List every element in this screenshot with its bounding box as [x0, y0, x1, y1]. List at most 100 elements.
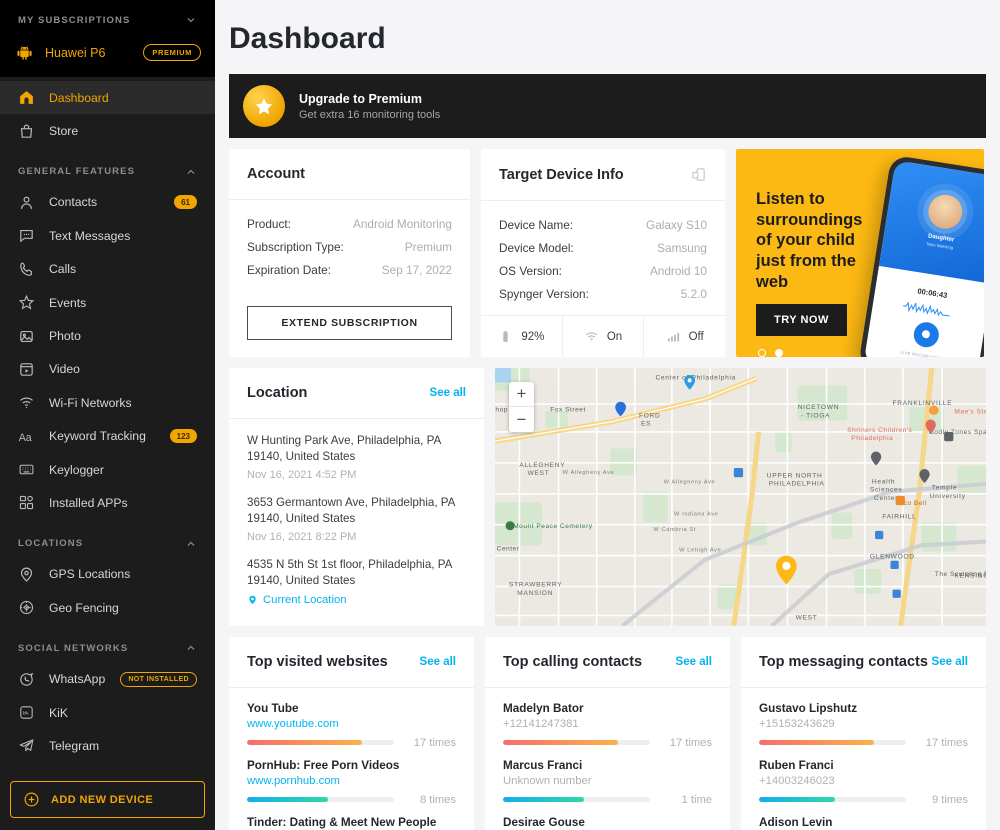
promo-ad-card[interactable]: Listen to surroundings of your child jus…: [736, 149, 984, 357]
svg-text:FAIRHILL: FAIRHILL: [882, 514, 916, 521]
sidebar-section-locations[interactable]: LOCATIONS: [0, 520, 215, 558]
device-row: Device Model: Samsung: [499, 236, 707, 259]
sidebar-item-text-messages[interactable]: Text Messages: [0, 219, 215, 252]
sidebar-section-social-networks[interactable]: SOCIAL NETWORKS: [0, 624, 215, 662]
map-zoom-controls[interactable]: + −: [509, 382, 534, 432]
sidebar-item-wifi-networks[interactable]: Wi-Fi Networks: [0, 386, 215, 419]
sidebar-item-dashboard[interactable]: Dashboard: [0, 81, 215, 115]
sidebar-item-kik[interactable]: kik KiK: [0, 696, 215, 729]
carousel-dot[interactable]: [758, 349, 766, 357]
location-see-all-link[interactable]: See all: [430, 387, 466, 399]
row-value: Android 10: [649, 263, 707, 278]
sidebar-item-gps-locations[interactable]: GPS Locations: [0, 558, 215, 591]
map-pin-icon: [20, 567, 33, 582]
card-title: Top visited websites: [247, 653, 388, 670]
see-all-link[interactable]: See all: [420, 656, 456, 668]
premium-badge: PREMIUM: [143, 44, 201, 61]
plus-circle-icon: [24, 792, 39, 807]
svg-text:ic Center: ic Center: [495, 545, 520, 552]
svg-text:Center: Center: [874, 495, 898, 502]
sidebar-item-whatsapp[interactable]: WhatsApp NOT INSTALLED: [0, 662, 215, 695]
map-zoom-in-button[interactable]: +: [509, 382, 534, 407]
sidebar-item-viber[interactable]: Viber: [0, 763, 215, 773]
chevron-up-icon: [187, 169, 195, 174]
device-row: OS Version: Android 10: [499, 259, 707, 282]
location-list-item[interactable]: 4535 N 5th St 1st floor, Philadelphia, P…: [247, 557, 466, 606]
message-icon: [20, 230, 33, 243]
account-card: Account Product: Android Monitoring Subs…: [229, 149, 470, 357]
device-swap-icon[interactable]: [690, 166, 707, 183]
phone-recording-label: LIVE RECORDING...: [900, 349, 945, 357]
sidebar-item-installed-apps[interactable]: Installed APPs: [0, 486, 215, 519]
chevron-up-icon: [187, 646, 195, 651]
svg-text:Center of Philadelphia: Center of Philadelphia: [655, 374, 736, 381]
svg-text:WEST: WEST: [528, 470, 550, 477]
sidebar-item-label: GPS Locations: [49, 567, 131, 582]
svg-text:NICETOWN: NICETOWN: [798, 404, 839, 411]
sidebar-item-label: Events: [49, 295, 87, 310]
svg-text:Sciences: Sciences: [870, 487, 902, 494]
carousel-dot-active[interactable]: [775, 349, 783, 357]
sidebar-device-row[interactable]: Huawei P6 PREMIUM: [0, 36, 215, 77]
add-new-device-button[interactable]: ADD NEW DEVICE: [10, 781, 205, 818]
see-all-link[interactable]: See all: [932, 656, 968, 668]
sidebar-item-contacts[interactable]: Contacts 61: [0, 186, 215, 219]
sidebar-item-keylogger[interactable]: Keylogger: [0, 453, 215, 486]
svg-text:W Indiana Ave: W Indiana Ave: [674, 511, 718, 517]
location-timestamp: Nov 16, 2021 8:22 PM: [247, 530, 357, 543]
sidebar-item-telegram[interactable]: Telegram: [0, 729, 215, 762]
progress-track: [247, 797, 394, 803]
phone-timer: 00:06:43: [916, 286, 948, 300]
sidebar-item-video[interactable]: Video: [0, 353, 215, 386]
map-view[interactable]: W Allegheny Ave W Indiana Ave W Lehigh A…: [495, 368, 986, 626]
svg-text:The Sculpting Bar: The Sculpting Bar: [935, 571, 986, 578]
sidebar-item-store[interactable]: Store: [0, 114, 215, 147]
keyword-count-badge: 123: [169, 429, 197, 444]
svg-text:W Allegheny Ave: W Allegheny Ave: [664, 479, 716, 485]
sidebar-item-events[interactable]: Events: [0, 286, 215, 319]
target-device-header: Target Device Info: [481, 149, 725, 201]
svg-text:FORD: FORD: [639, 412, 661, 419]
sidebar-item-keyword-tracking[interactable]: Aa Keyword Tracking 123: [0, 420, 215, 453]
map-pin-icon: [249, 595, 256, 605]
list-item[interactable]: Adison Levin: [759, 816, 968, 829]
sidebar-item-label: Store: [49, 124, 79, 139]
progress-track: [759, 797, 906, 803]
sidebar-item-label: Contacts: [49, 195, 98, 210]
try-now-button[interactable]: TRY NOW: [756, 304, 847, 336]
sidebar-item-label: Keylogger: [49, 462, 104, 477]
svg-text:W Cambria St: W Cambria St: [653, 527, 696, 533]
list-item[interactable]: Desirae Gouse: [503, 816, 712, 829]
list-item[interactable]: You Tube www.youtube.com 17 times: [247, 702, 456, 749]
list-item[interactable]: Gustavo Lipshutz +15153243629 17 times: [759, 702, 968, 749]
account-title: Account: [247, 166, 305, 182]
sidebar-item-geo-fencing[interactable]: Geo Fencing: [0, 591, 215, 624]
map-zoom-out-button[interactable]: −: [509, 407, 534, 432]
sidebar-item-photo[interactable]: Photo: [0, 319, 215, 352]
item-bar: 9 times: [759, 794, 968, 806]
see-all-link[interactable]: See all: [676, 656, 712, 668]
list-item[interactable]: Madelyn Bator +12141247381 17 times: [503, 702, 712, 749]
carousel-dots[interactable]: [758, 349, 783, 357]
location-list-item[interactable]: W Hunting Park Ave, Philadelphia, PA 191…: [247, 433, 466, 481]
list-item[interactable]: Ruben Franci +14003246023 9 times: [759, 759, 968, 806]
phone-screen: Daughter Now listening 00:06:43 LIVE REC…: [863, 160, 984, 357]
sidebar-item-label: Photo: [49, 329, 81, 344]
list-item[interactable]: PornHub: Free Porn Videos www.pornhub.co…: [247, 759, 456, 806]
svg-text:ES: ES: [641, 421, 651, 428]
extend-subscription-button[interactable]: EXTEND SUBSCRIPTION: [247, 306, 452, 340]
sidebar-section-general-features[interactable]: GENERAL FEATURES: [0, 148, 215, 186]
upgrade-promo-banner[interactable]: Upgrade to Premium Get extra 16 monitori…: [229, 74, 986, 138]
section-label: LOCATIONS: [18, 538, 84, 550]
row-key: Spynger Version:: [499, 286, 589, 301]
subscriptions-header[interactable]: MY SUBSCRIPTIONS: [0, 0, 215, 36]
list-item[interactable]: Marcus Franci Unknown number 1 time: [503, 759, 712, 806]
location-list-item[interactable]: 3653 Germantown Ave, Philadelphia, PA 19…: [247, 495, 466, 543]
svg-text:Shop: Shop: [495, 406, 508, 413]
promo-title: Upgrade to Premium: [299, 91, 422, 106]
phone-icon: [20, 262, 33, 276]
item-name: You Tube: [247, 701, 299, 715]
list-item[interactable]: Tinder: Dating & Meet New People: [247, 816, 456, 829]
sidebar-item-calls[interactable]: Calls: [0, 253, 215, 286]
row-value: Galaxy S10: [646, 217, 707, 232]
